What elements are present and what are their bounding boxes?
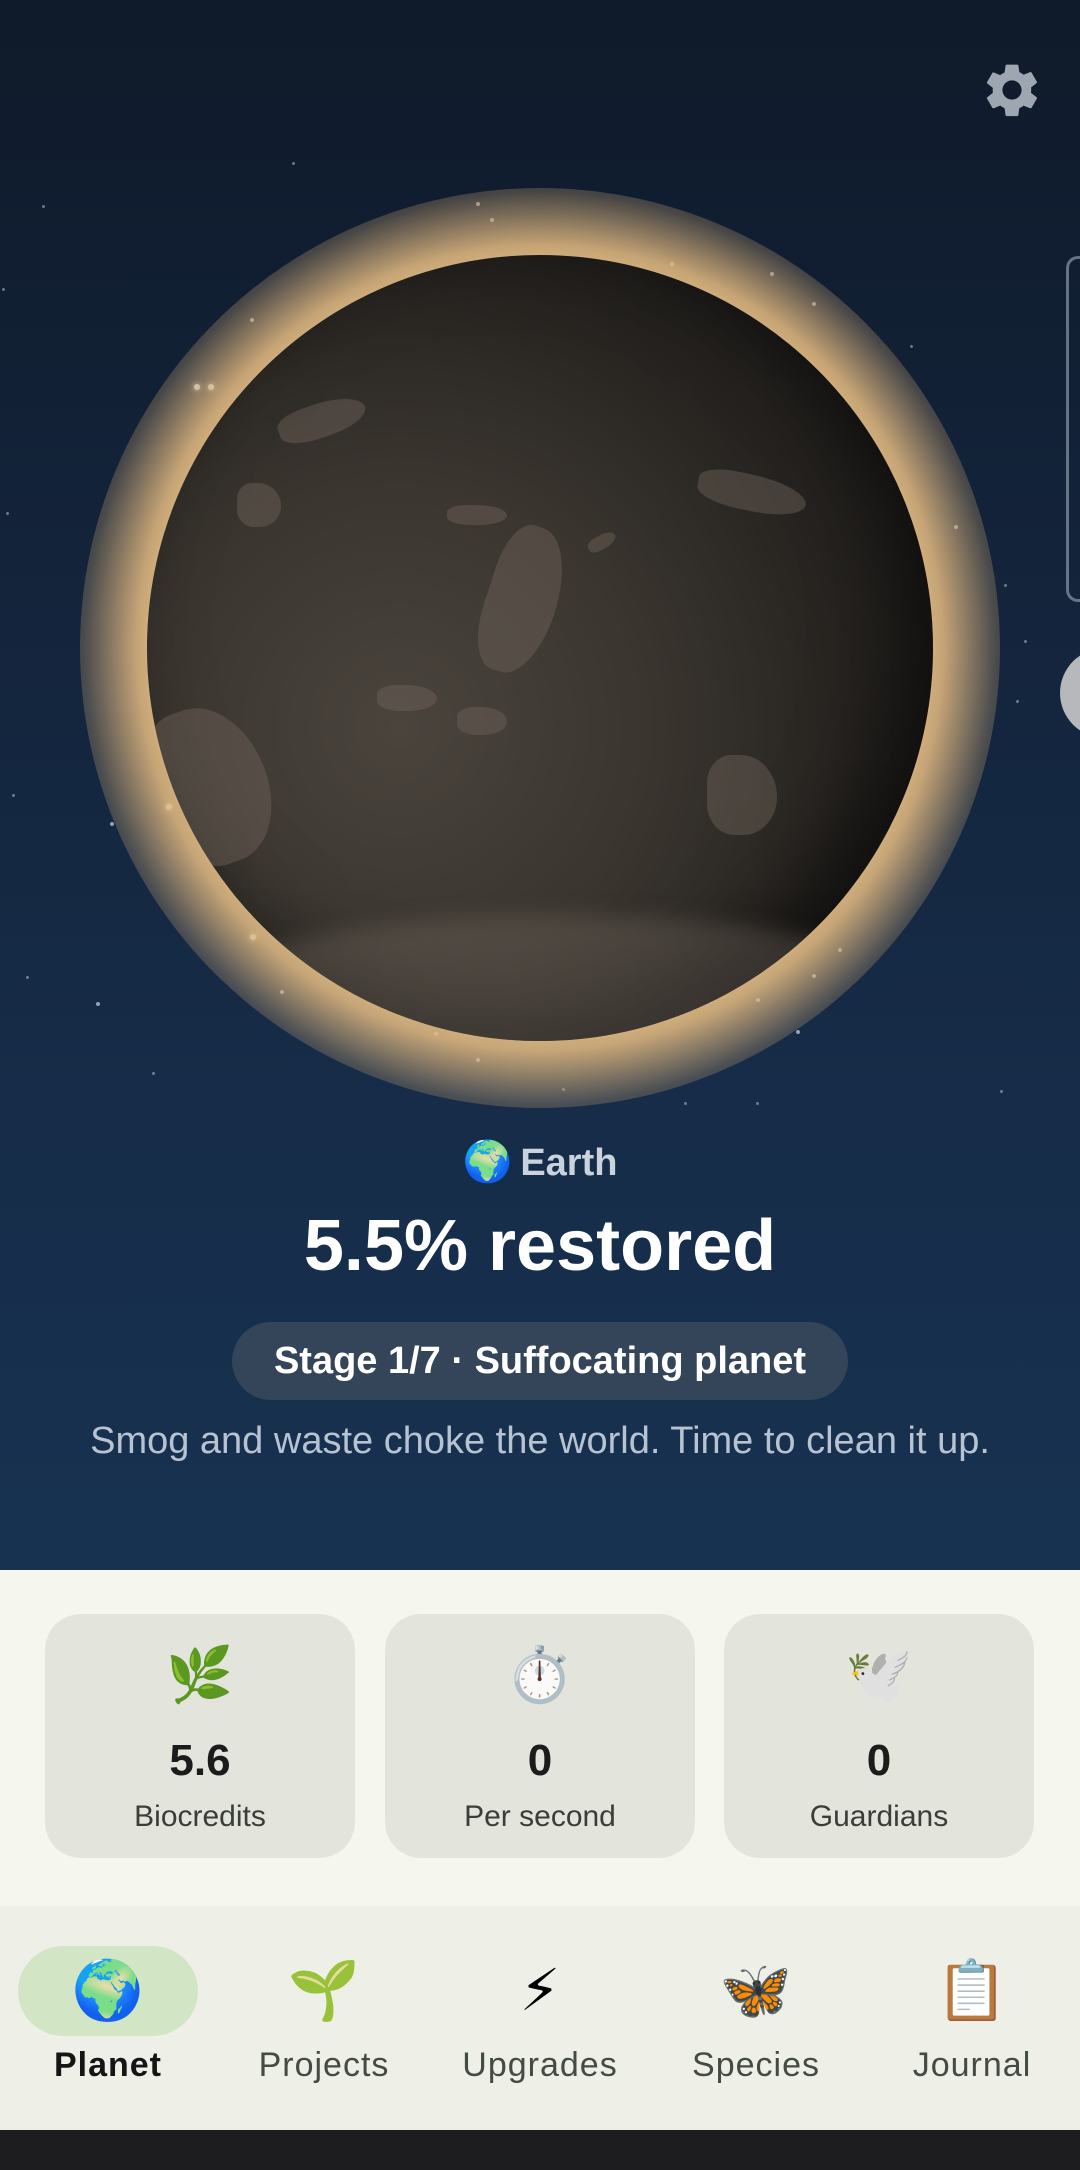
nav-item-projects[interactable]: 🌱 Projects bbox=[216, 1946, 432, 2096]
restored-percent: 5.5% restored bbox=[303, 1206, 777, 1286]
stat-card-per-second: ⏱️ 0 Per second bbox=[385, 1614, 695, 1858]
planet-hero: 🌍 Earth 5.5% restored Stage 1/7 · Suffoca… bbox=[0, 0, 1080, 1570]
stat-label: Per second bbox=[464, 1800, 616, 1833]
globe-icon: 🌍 bbox=[462, 1140, 513, 1184]
star bbox=[910, 345, 913, 348]
stat-value: 0 bbox=[527, 1736, 553, 1785]
gear-icon bbox=[986, 64, 1037, 117]
nav-label: Upgrades bbox=[462, 2046, 618, 2084]
nav-item-species[interactable]: 🦋 Species bbox=[648, 1946, 864, 2096]
nav-label: Projects bbox=[258, 2046, 390, 2084]
planet-patch bbox=[457, 707, 507, 735]
leaf-icon: 🌿 bbox=[166, 1645, 234, 1705]
star bbox=[26, 976, 29, 979]
stat-value: 5.6 bbox=[169, 1736, 231, 1785]
system-navigation-bar bbox=[0, 2130, 1080, 2170]
star bbox=[756, 1102, 759, 1105]
stage-badge: Stage 1/7 · Suffocating planet bbox=[232, 1322, 848, 1400]
nav-label: Planet bbox=[53, 2046, 163, 2084]
stopwatch-icon: ⏱️ bbox=[506, 1645, 574, 1705]
planet-patch bbox=[377, 685, 437, 711]
star bbox=[110, 822, 114, 826]
seedling-icon: 🌱 bbox=[287, 1958, 361, 2023]
clipboard-icon: 📋 bbox=[935, 1958, 1009, 2023]
star bbox=[152, 1072, 155, 1075]
planet-patch bbox=[707, 755, 777, 835]
stage-description: Smog and waste choke the world. Time to … bbox=[90, 1420, 990, 1462]
nav-item-upgrades[interactable]: ⚡ Upgrades bbox=[432, 1946, 648, 2096]
planet-patch bbox=[585, 528, 619, 556]
planet-name: 🌍 Earth bbox=[0, 1138, 1080, 1185]
nav-item-planet[interactable]: 🌍 Planet bbox=[0, 1946, 216, 2096]
settings-button[interactable] bbox=[980, 58, 1044, 122]
star bbox=[96, 1002, 100, 1006]
star bbox=[12, 794, 15, 797]
planet-earth[interactable] bbox=[147, 255, 933, 1041]
stats-panel: 🌿 5.6 Biocredits ⏱️ 0 Per second 🕊️ 0 Gu… bbox=[0, 1570, 1080, 1906]
planet-smog bbox=[207, 915, 907, 1041]
stat-label: Biocredits bbox=[134, 1800, 266, 1833]
planet-name-label: Earth bbox=[520, 1142, 618, 1184]
dove-icon: 🕊️ bbox=[845, 1645, 913, 1705]
planet-patch bbox=[465, 517, 579, 683]
star bbox=[2, 288, 5, 291]
star bbox=[292, 162, 295, 165]
lightning-icon: ⚡ bbox=[519, 1958, 561, 2023]
nav-label: Journal bbox=[912, 2046, 1032, 2084]
nav-label: Species bbox=[692, 2046, 820, 2084]
star bbox=[684, 1102, 687, 1105]
stat-card-guardians: 🕊️ 0 Guardians bbox=[724, 1614, 1034, 1858]
star bbox=[1024, 640, 1027, 643]
star bbox=[1000, 1090, 1003, 1093]
planet-patch bbox=[447, 505, 507, 525]
stat-value: 0 bbox=[866, 1736, 892, 1785]
globe-icon: 🌍 bbox=[71, 1958, 145, 2023]
stat-card-biocredits: 🌿 5.6 Biocredits bbox=[45, 1614, 355, 1858]
star bbox=[6, 512, 9, 515]
butterfly-icon: 🦋 bbox=[719, 1958, 793, 2023]
side-drawer-handle[interactable] bbox=[1066, 256, 1080, 602]
nav-item-journal[interactable]: 📋 Journal bbox=[864, 1946, 1080, 2096]
bottom-navigation: 🌍 Planet 🌱 Projects ⚡ Upgrades 🦋 Species… bbox=[0, 1906, 1080, 2130]
star bbox=[42, 205, 45, 208]
star bbox=[1004, 584, 1007, 587]
side-scroll-knob[interactable] bbox=[1060, 648, 1080, 738]
planet-patch bbox=[694, 463, 810, 523]
stat-label: Guardians bbox=[809, 1800, 949, 1833]
planet-patch bbox=[273, 389, 371, 451]
planet-patch bbox=[237, 483, 281, 527]
star bbox=[1016, 700, 1019, 703]
